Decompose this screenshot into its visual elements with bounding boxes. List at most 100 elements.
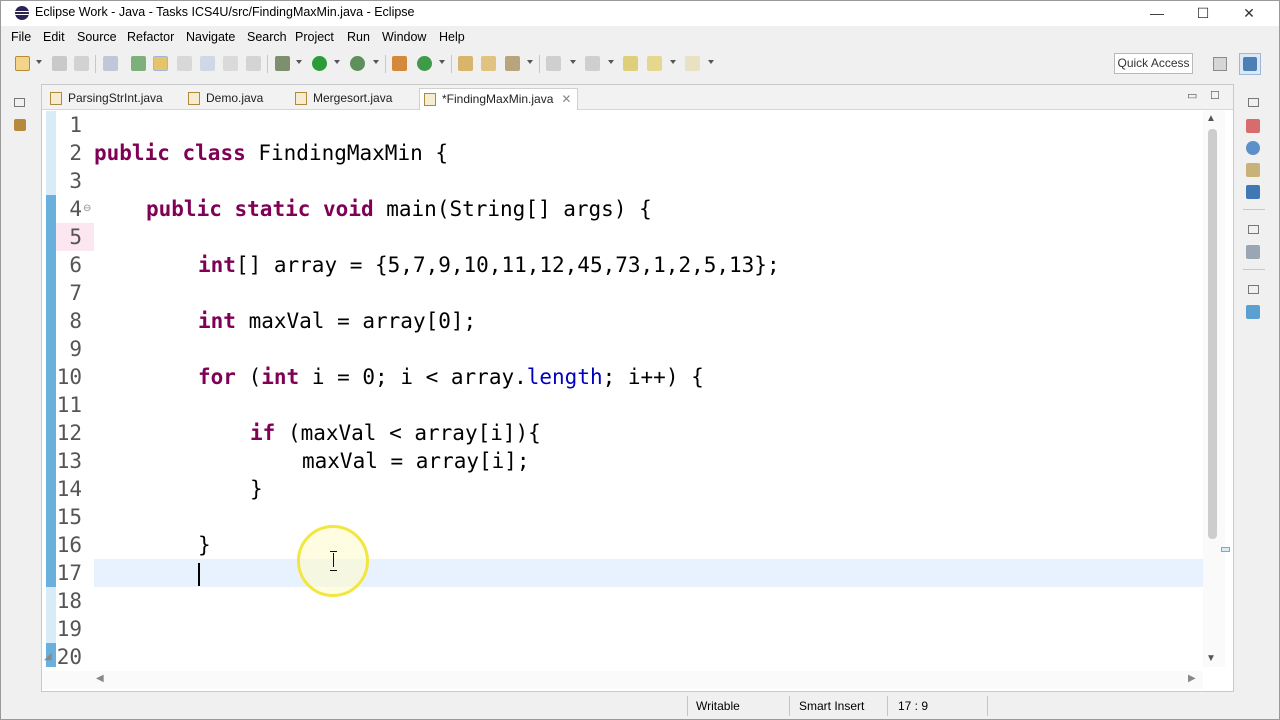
horizontal-scrollbar[interactable]: ◀ ▶ [42,671,1203,689]
javadoc-icon[interactable] [1246,141,1260,155]
block-selection-icon[interactable] [177,56,192,71]
close-tab-icon[interactable]: ✕ [561,89,571,109]
highlight-icon[interactable] [153,56,168,71]
menu-run[interactable]: Run [347,30,370,44]
forward-dropdown-icon[interactable] [708,60,714,64]
menu-window[interactable]: Window [382,30,426,44]
menu-search[interactable]: Search [247,30,287,44]
debug-dropdown-icon[interactable] [296,60,302,64]
right-trim-stack [1241,89,1269,329]
menu-project[interactable]: Project [295,30,334,44]
tab-findingmaxmin[interactable]: *FindingMaxMin.java ✕ [419,88,579,110]
restore-icon[interactable] [1248,98,1259,107]
run-icon[interactable] [312,56,327,71]
line-number: 4 [69,197,82,221]
external-tools-icon[interactable] [392,56,407,71]
quick-access-field[interactable]: Quick Access [1114,53,1193,74]
scroll-left-icon[interactable]: ◀ [96,673,104,684]
minimize-button[interactable]: — [1134,1,1180,26]
word-wrap-icon[interactable] [200,56,215,71]
overview-marker[interactable] [1221,547,1230,552]
restore-icon[interactable] [1248,225,1259,234]
new-java-project-icon[interactable] [417,56,432,71]
new-icon[interactable] [15,56,30,71]
close-window-button[interactable]: ✕ [1226,1,1272,26]
line-number: 12 [56,421,82,445]
tab-parsingstrint[interactable]: ParsingStrInt.java [46,88,163,110]
change-marker [46,195,56,587]
menu-refactor[interactable]: Refactor [127,30,174,44]
scroll-right-icon[interactable]: ▶ [1188,673,1196,684]
menu-help[interactable]: Help [439,30,465,44]
change-ruler [46,111,56,667]
line-number: 15 [56,505,82,529]
code-line-16: } [198,531,211,559]
maximize-editor-icon[interactable]: ☐ [1210,89,1220,102]
keyword: for [198,365,236,389]
tab-mergesort[interactable]: Mergesort.java [291,88,392,110]
forward-icon[interactable] [685,56,700,71]
menu-source[interactable]: Source [77,30,117,44]
editor-tab-bar: ParsingStrInt.java Demo.java Mergesort.j… [42,85,1233,110]
new-java-dropdown-icon[interactable] [439,60,445,64]
search-icon[interactable] [505,56,520,71]
code-text: [] array = {5,7,9,10,11,12,45,73,1,2,5,1… [235,253,780,277]
writable-status: Writable [696,699,740,713]
tab-demo[interactable]: Demo.java [184,88,263,110]
back-icon[interactable] [647,56,662,71]
java-perspective-button[interactable] [1239,53,1261,75]
window-title: Eclipse Work - Java - Tasks ICS4U/src/Fi… [35,5,415,19]
save-all-icon[interactable] [74,56,89,71]
pilcrow-icon[interactable] [246,56,261,71]
menu-edit[interactable]: Edit [43,30,65,44]
next-annotation-icon[interactable] [546,56,561,71]
scroll-up-icon[interactable]: ▲ [1206,113,1216,124]
console-icon[interactable] [1246,185,1260,199]
previous-annotation-dropdown-icon[interactable] [608,60,614,64]
last-edit-location-icon[interactable] [623,56,638,71]
previous-annotation-icon[interactable] [585,56,600,71]
scroll-thumb[interactable] [1208,129,1217,539]
task-list-icon[interactable] [1246,245,1260,259]
restore-icon[interactable] [14,98,25,107]
save-icon[interactable] [52,56,67,71]
code-line-4: public static void main(String[] args) { [146,195,652,223]
new-dropdown-icon[interactable] [36,60,42,64]
skip-breakpoints-icon[interactable] [103,56,118,71]
package-explorer-icon[interactable] [14,119,26,131]
declaration-icon[interactable] [1246,163,1260,177]
open-task-icon[interactable] [481,56,496,71]
line-number: 10 [56,365,82,389]
toggle-mark-occurrences-icon[interactable] [131,56,146,71]
text-caret [198,563,200,586]
insert-mode-status: Smart Insert [799,699,865,713]
back-dropdown-icon[interactable] [670,60,676,64]
tab-label: *FindingMaxMin.java [442,92,554,106]
line-number: 16 [56,533,82,557]
menu-file[interactable]: File [11,30,31,44]
maximize-button[interactable]: ☐ [1180,1,1226,26]
debug-icon[interactable] [275,56,290,71]
search-dropdown-icon[interactable] [527,60,533,64]
code-line-6: int[] array = {5,7,9,10,11,12,45,73,1,2,… [198,251,780,279]
fold-collapse-icon[interactable]: ⊖ [83,203,91,214]
coverage-dropdown-icon[interactable] [373,60,379,64]
run-dropdown-icon[interactable] [334,60,340,64]
code-editor[interactable]: 1 2 3 4 5 6 7 8 9 10 11 12 13 14 15 16 1… [42,111,1203,667]
restore-icon[interactable] [1248,285,1259,294]
open-perspective-button[interactable] [1209,53,1231,75]
scroll-down-icon[interactable]: ▼ [1206,653,1216,664]
field-name: length [526,365,603,389]
code-text: ; i++) { [602,365,704,389]
coverage-icon[interactable] [350,56,365,71]
menu-navigate[interactable]: Navigate [186,30,235,44]
outline-icon[interactable] [1246,305,1260,319]
show-whitespace-icon[interactable] [223,56,238,71]
code-line-2: public class FindingMaxMin { [94,139,448,167]
next-annotation-dropdown-icon[interactable] [570,60,576,64]
problems-icon[interactable] [1246,119,1260,133]
open-type-icon[interactable] [458,56,473,71]
code-text: FindingMaxMin { [245,141,449,165]
minimize-editor-icon[interactable]: ▭ [1187,89,1197,102]
code-line-13: maxVal = array[i]; [302,447,530,475]
